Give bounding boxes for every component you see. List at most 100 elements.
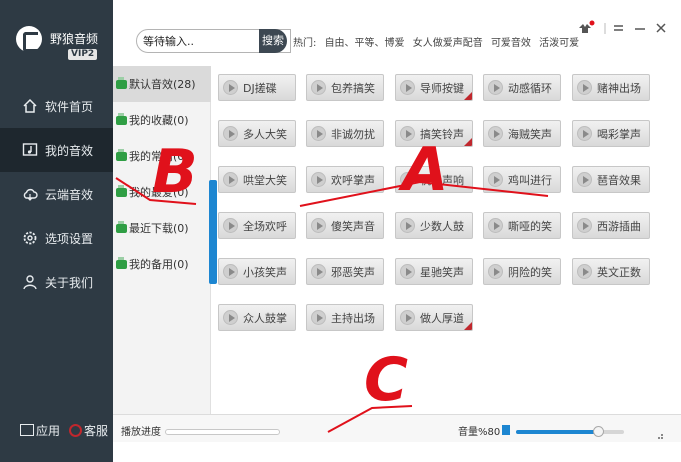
sound-label: 赌神出场	[597, 81, 641, 95]
play-icon	[311, 264, 326, 279]
volume-label: 音量%80	[458, 427, 501, 438]
category-item[interactable]: 我的最爱(0)	[113, 174, 211, 210]
folder-icon	[116, 256, 127, 269]
sound-button[interactable]: 鸡叫进行	[483, 166, 561, 193]
sidebar-item-label: 关于我们	[45, 275, 94, 290]
sidebar-item-home[interactable]: 软件首页	[0, 84, 113, 128]
apps-icon[interactable]	[20, 424, 34, 436]
sound-button[interactable]: 多人大笑	[218, 120, 296, 147]
sound-label: 主持出场	[331, 311, 375, 325]
progress-slider[interactable]	[165, 429, 280, 435]
close-icon[interactable]	[656, 23, 666, 33]
sound-button[interactable]: 星驰笑声	[395, 258, 473, 285]
sound-label: 多人大笑	[243, 127, 287, 141]
sound-button[interactable]: 海贼笑声	[483, 120, 561, 147]
category-item[interactable]: 我的收藏(0)	[113, 102, 211, 138]
sound-button[interactable]: 阴险的笑	[483, 258, 561, 285]
hot-tag[interactable]: 女人做爱声配音	[413, 38, 483, 49]
volume-knob[interactable]	[593, 426, 605, 437]
sound-button[interactable]: 赌神出场	[572, 74, 650, 101]
corner-marker-icon	[464, 92, 472, 100]
sound-button[interactable]: 搞笑铃声	[395, 120, 473, 147]
sidebar-bottom: 应用 客服	[0, 418, 113, 442]
sound-button[interactable]: 嘶哑的笑	[483, 212, 561, 239]
sound-button[interactable]: 哄堂大笑	[218, 166, 296, 193]
sidebar-item-my-sounds[interactable]: 我的音效	[0, 128, 113, 172]
volume-slider[interactable]	[516, 426, 624, 437]
play-icon	[488, 80, 503, 95]
play-icon	[488, 218, 503, 233]
sidebar: 野狼音频 VIP2 软件首页 我的音效 云端音效 选项设置 关于我们 应用 客服	[0, 0, 113, 462]
folder-icon	[116, 220, 127, 233]
folder-icon	[116, 148, 127, 161]
window-controls	[579, 20, 666, 34]
sound-label: 全场欢呼	[243, 219, 287, 233]
service-link[interactable]: 客服	[84, 422, 108, 439]
sound-button[interactable]: 英文正数	[572, 258, 650, 285]
sound-button[interactable]: 傻笑声音	[306, 212, 384, 239]
home-icon	[22, 98, 38, 114]
progress-label: 播放进度	[121, 427, 161, 438]
search-input[interactable]	[143, 32, 258, 50]
sound-label: 非诚勿扰	[331, 127, 375, 141]
sound-label: 导师按键	[420, 81, 464, 95]
sound-button[interactable]: DJ搓碟	[218, 74, 296, 101]
sound-label: 机枪声响	[420, 173, 464, 187]
volume-fill	[516, 430, 599, 434]
hot-label: 热门:	[293, 38, 317, 49]
sound-button[interactable]: 非诚勿扰	[306, 120, 384, 147]
corner-marker-icon	[464, 322, 472, 330]
search-button[interactable]: 搜索	[259, 29, 287, 53]
hot-tag[interactable]: 可爱音效	[491, 38, 531, 49]
sidebar-item-settings[interactable]: 选项设置	[0, 216, 113, 260]
sound-label: 小孩笑声	[243, 265, 287, 279]
app-logo: 野狼音频 VIP2	[0, 0, 113, 78]
sidebar-item-cloud-sounds[interactable]: 云端音效	[0, 172, 113, 216]
sound-button[interactable]: 西游插曲	[572, 212, 650, 239]
sound-button[interactable]: 琶音效果	[572, 166, 650, 193]
sound-button[interactable]: 做人厚道	[395, 304, 473, 331]
hot-tag[interactable]: 自由、平等、博爱	[325, 38, 405, 49]
sound-button[interactable]: 喝彩掌声	[572, 120, 650, 147]
play-icon	[311, 218, 326, 233]
sound-button[interactable]: 欢呼掌声	[306, 166, 384, 193]
resize-grip-icon[interactable]	[656, 433, 664, 441]
hot-tags: 热门: 自由、平等、博爱 女人做爱声配音 可爱音效 活泼可爱	[293, 34, 584, 49]
logo-icon	[16, 26, 42, 52]
sound-label: 星驰笑声	[420, 265, 464, 279]
apps-link[interactable]: 应用	[36, 422, 60, 439]
menu-icon[interactable]	[614, 25, 623, 31]
play-icon	[223, 310, 238, 325]
play-icon	[223, 126, 238, 141]
collapse-handle[interactable]	[209, 180, 217, 284]
play-icon	[400, 80, 415, 95]
sound-button[interactable]: 少数人鼓	[395, 212, 473, 239]
category-item[interactable]: 我的备用(0)	[113, 246, 211, 282]
hot-tag[interactable]: 活泼可爱	[539, 38, 579, 49]
volume-icon[interactable]	[502, 425, 510, 435]
category-item[interactable]: 最近下载(0)	[113, 210, 211, 246]
sound-label: 海贼笑声	[508, 127, 552, 141]
sound-label: 动感循环	[508, 81, 552, 95]
sound-button[interactable]: 动感循环	[483, 74, 561, 101]
sound-button[interactable]: 全场欢呼	[218, 212, 296, 239]
sound-button[interactable]: 小孩笑声	[218, 258, 296, 285]
sound-button[interactable]: 机枪声响	[395, 166, 473, 193]
skin-icon[interactable]	[579, 20, 595, 34]
cloud-icon	[22, 186, 38, 202]
sidebar-item-about[interactable]: 关于我们	[0, 260, 113, 304]
sound-button[interactable]: 导师按键	[395, 74, 473, 101]
play-icon	[577, 218, 592, 233]
sound-button[interactable]: 包养搞笑	[306, 74, 384, 101]
sound-button[interactable]: 邪恶笑声	[306, 258, 384, 285]
play-icon	[577, 80, 592, 95]
sound-label: 阴险的笑	[508, 265, 552, 279]
category-item[interactable]: 默认音效(28)	[113, 66, 211, 102]
service-icon[interactable]	[69, 423, 83, 437]
sound-button[interactable]: 众人鼓掌	[218, 304, 296, 331]
sound-button[interactable]: 主持出场	[306, 304, 384, 331]
play-icon	[223, 80, 238, 95]
category-item[interactable]: 我的常用(0)	[113, 138, 211, 174]
play-icon	[400, 264, 415, 279]
category-label: 我的常用(0)	[129, 150, 189, 163]
